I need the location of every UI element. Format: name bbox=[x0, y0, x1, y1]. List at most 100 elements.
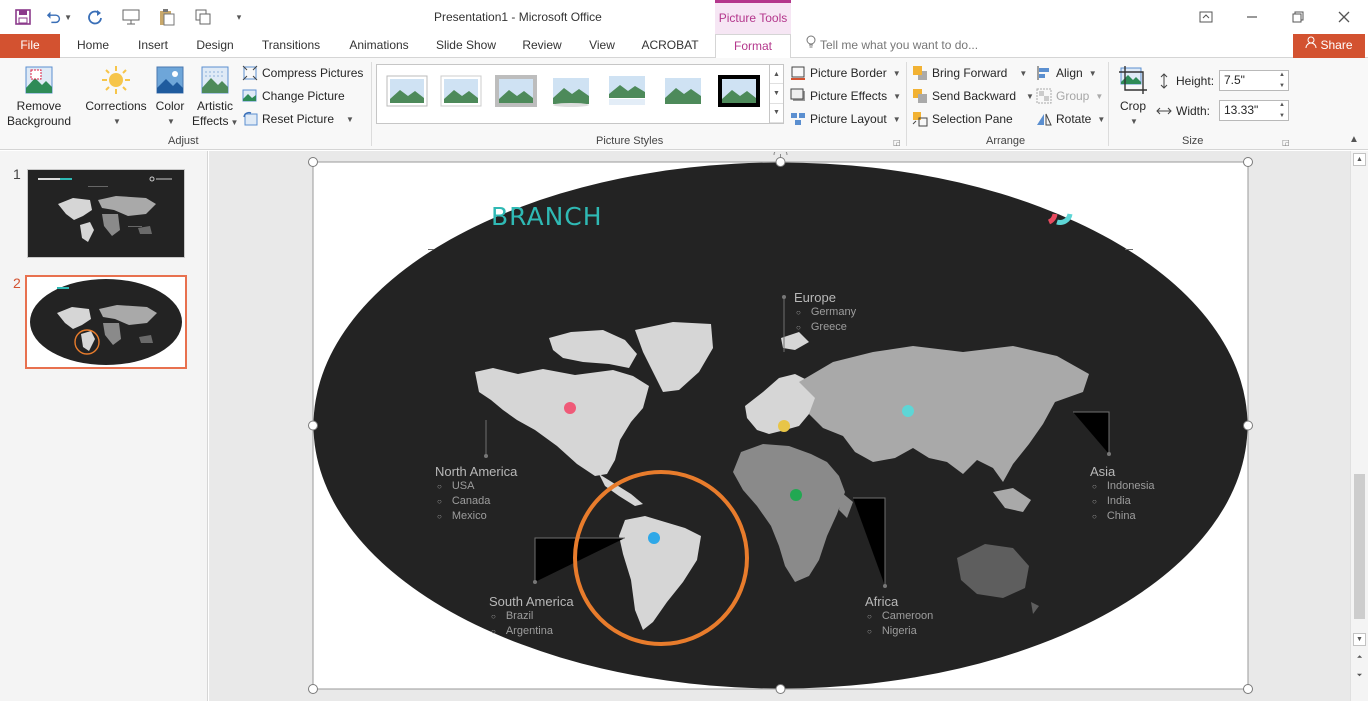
undo-icon[interactable]: ▼ bbox=[46, 6, 72, 28]
picture-effects-button[interactable]: Picture Effects ▼ bbox=[790, 87, 901, 105]
tab-home[interactable]: Home bbox=[70, 34, 116, 58]
width-spinner[interactable]: ▲ ▼ bbox=[1277, 102, 1287, 119]
reset-picture-label: Reset Picture bbox=[262, 112, 335, 126]
resize-handle-left[interactable] bbox=[308, 420, 318, 431]
send-backward-icon bbox=[912, 88, 928, 104]
person-icon bbox=[1305, 34, 1317, 57]
resize-handle-bottom-left[interactable] bbox=[308, 684, 318, 694]
change-picture-button[interactable]: Change Picture bbox=[242, 87, 345, 105]
slide-thumbnail-pane: 1 2 bbox=[0, 151, 208, 701]
tab-format[interactable]: Format bbox=[715, 34, 791, 59]
paste-icon[interactable] bbox=[154, 6, 180, 28]
width-icon bbox=[1156, 103, 1172, 119]
restore-icon[interactable] bbox=[1283, 6, 1313, 28]
tab-view[interactable]: View bbox=[582, 34, 622, 58]
crop-button[interactable]: Crop ▼ bbox=[1114, 64, 1152, 129]
resize-handle-bottom-right[interactable] bbox=[1243, 684, 1253, 694]
corrections-button[interactable]: Corrections ▼ bbox=[84, 64, 148, 129]
close-icon[interactable] bbox=[1329, 6, 1359, 28]
save-icon[interactable] bbox=[10, 6, 36, 28]
reset-picture-icon bbox=[242, 111, 258, 127]
resize-handle-top-right[interactable] bbox=[1243, 157, 1253, 167]
width-input[interactable]: 13.33" ▲ ▼ bbox=[1219, 100, 1289, 121]
height-spinner[interactable]: ▲ ▼ bbox=[1277, 72, 1287, 89]
customize-qat-icon[interactable]: ▾ bbox=[226, 6, 252, 28]
lightbulb-icon bbox=[806, 34, 816, 57]
picture-style-6[interactable] bbox=[661, 74, 705, 108]
height-icon bbox=[1156, 73, 1172, 89]
tab-acrobat[interactable]: ACROBAT bbox=[636, 34, 704, 58]
group-button[interactable]: Group ▼ bbox=[1036, 87, 1103, 105]
picture-border-button[interactable]: Picture Border ▼ bbox=[790, 64, 901, 82]
artistic-effects-button[interactable]: Artistic Effects ▼ bbox=[192, 64, 238, 130]
resize-handle-bottom[interactable] bbox=[775, 684, 786, 694]
picture-layout-button[interactable]: Picture Layout ▼ bbox=[790, 110, 901, 128]
send-backward-button[interactable]: Send Backward ▼ bbox=[912, 87, 1034, 105]
compress-label: Compress Pictures bbox=[262, 66, 364, 80]
bring-forward-button[interactable]: Bring Forward ▼ bbox=[912, 64, 1027, 82]
picture-style-5[interactable] bbox=[605, 74, 649, 108]
presenter-icon[interactable] bbox=[118, 6, 144, 28]
size-launcher-icon[interactable]: ◲ bbox=[1282, 138, 1290, 147]
width-label: Width: bbox=[1176, 104, 1211, 118]
picture-tools-label: Picture Tools bbox=[715, 0, 791, 34]
slide-thumbnail-2[interactable] bbox=[25, 275, 187, 369]
scroll-up-icon[interactable]: ▲ bbox=[1353, 153, 1366, 166]
width-label-wrap: Width: bbox=[1156, 102, 1210, 120]
previous-slide-icon[interactable]: ⏶ bbox=[1353, 651, 1366, 664]
width-value: 13.33" bbox=[1224, 103, 1259, 117]
compress-pictures-button[interactable]: Compress Pictures bbox=[242, 64, 363, 82]
remove-background-label-1: Remove bbox=[16, 99, 62, 113]
redo-icon[interactable] bbox=[82, 6, 108, 28]
artistic-effects-label-1: Artistic bbox=[197, 99, 233, 113]
gallery-up-icon[interactable]: ▲ bbox=[770, 65, 783, 85]
tab-review[interactable]: Review bbox=[516, 34, 568, 58]
resize-handle-right[interactable] bbox=[1243, 420, 1253, 431]
picture-styles-launcher-icon[interactable]: ◲ bbox=[893, 138, 901, 147]
group-separator bbox=[906, 62, 907, 146]
copy-format-icon[interactable] bbox=[190, 6, 216, 28]
compress-icon bbox=[242, 65, 258, 81]
group-label: Group bbox=[1056, 89, 1090, 103]
tab-transitions[interactable]: Transitions bbox=[254, 34, 328, 58]
selection-pane-label: Selection Pane bbox=[932, 112, 1013, 126]
tab-file[interactable]: File bbox=[0, 34, 60, 58]
minimize-icon[interactable] bbox=[1237, 6, 1267, 28]
picture-styles-gallery: ▲ ▼ ▼ bbox=[376, 64, 784, 124]
ribbon: Remove Background Corrections ▼ Color ▼ … bbox=[0, 58, 1368, 150]
picture-style-4[interactable] bbox=[549, 74, 593, 108]
tab-insert[interactable]: Insert bbox=[130, 34, 176, 58]
scroll-down-icon[interactable]: ▼ bbox=[1353, 633, 1366, 646]
picture-style-1[interactable] bbox=[385, 74, 429, 108]
rotate-icon bbox=[1036, 111, 1052, 127]
align-button[interactable]: Align ▼ bbox=[1036, 64, 1097, 82]
share-button[interactable]: Share bbox=[1293, 34, 1365, 58]
scroll-thumb[interactable] bbox=[1354, 474, 1365, 619]
gallery-down-icon[interactable]: ▼ bbox=[770, 84, 783, 104]
gallery-more-icon[interactable]: ▼ bbox=[770, 104, 783, 123]
resize-handle-top[interactable] bbox=[775, 157, 786, 167]
ribbon-display-icon[interactable] bbox=[1191, 6, 1221, 28]
slide-thumbnail-1[interactable] bbox=[27, 169, 185, 258]
vertical-scrollbar[interactable]: ▲ ▼ ⏶ ⏷ bbox=[1350, 151, 1368, 701]
resize-handle-top-left[interactable] bbox=[308, 157, 318, 167]
tab-slide-show[interactable]: Slide Show bbox=[430, 34, 502, 58]
color-button[interactable]: Color ▼ bbox=[152, 64, 188, 129]
picture-style-7[interactable] bbox=[717, 74, 761, 108]
reset-picture-button[interactable]: Reset Picture ▼ bbox=[242, 110, 354, 128]
picture-style-2[interactable] bbox=[439, 74, 483, 108]
remove-background-label-2: Background bbox=[6, 114, 72, 128]
tab-animations[interactable]: Animations bbox=[340, 34, 418, 58]
next-slide-icon[interactable]: ⏷ bbox=[1353, 669, 1366, 682]
collapse-ribbon-icon[interactable]: ▲ bbox=[1349, 134, 1359, 145]
tell-me-search[interactable]: Tell me what you want to do... bbox=[806, 34, 978, 58]
picture-styles-group-label: Picture Styles bbox=[596, 135, 664, 147]
arrange-group-label: Arrange bbox=[986, 135, 1026, 147]
tab-design[interactable]: Design bbox=[190, 34, 240, 58]
remove-background-button[interactable]: Remove Background bbox=[4, 64, 74, 129]
picture-style-3[interactable] bbox=[494, 74, 538, 108]
selection-pane-button[interactable]: Selection Pane bbox=[912, 110, 1013, 128]
rotate-button[interactable]: Rotate ▼ bbox=[1036, 110, 1105, 128]
height-input[interactable]: 7.5" ▲ ▼ bbox=[1219, 70, 1289, 91]
picture-layout-icon bbox=[790, 111, 806, 127]
